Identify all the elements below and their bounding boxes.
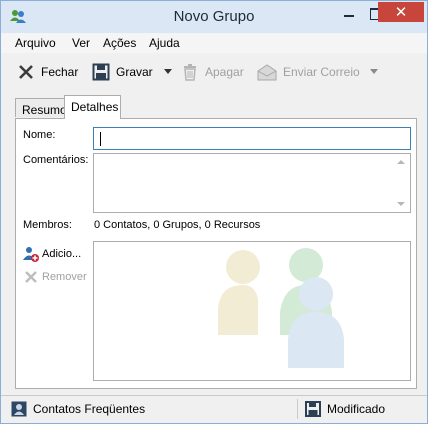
send-mail-dropdown-arrow[interactable]	[370, 69, 378, 74]
menu-bar: Arquivo Ver Ações Ajuda	[1, 33, 427, 53]
delete-button[interactable]: Apagar	[181, 63, 244, 81]
save-button-label: Gravar	[116, 65, 153, 79]
menu-ajuda[interactable]: Ajuda	[149, 36, 180, 50]
frequent-contacts-label: Contatos Freqüentes	[33, 402, 146, 416]
menu-acoes[interactable]: Ações	[103, 36, 136, 50]
members-list[interactable]	[93, 241, 411, 381]
members-label: Membros:	[23, 219, 72, 231]
frequent-contacts-button[interactable]: Contatos Freqüentes	[11, 401, 145, 417]
floppy-disk-icon	[305, 401, 321, 417]
text-cursor	[100, 132, 101, 146]
dialog-window: Novo Grupo ✕ Arquivo Ver Ações Ajuda Fec…	[0, 0, 428, 424]
add-member-button[interactable]: Adicio...	[23, 246, 81, 262]
members-summary: 0 Contatos, 0 Grupos, 0 Recursos	[94, 219, 261, 231]
send-mail-button-label: Enviar Correio	[283, 65, 360, 79]
save-button[interactable]: Gravar	[92, 63, 153, 81]
tab-detalhes-label: Detalhes	[71, 100, 119, 114]
modified-status: Modificado	[305, 401, 385, 417]
comments-scrollbar[interactable]	[394, 154, 410, 212]
add-member-label: Adicio...	[42, 248, 82, 260]
modified-label: Modificado	[327, 402, 386, 416]
comments-field[interactable]	[93, 153, 411, 213]
contact-card-icon	[11, 401, 27, 417]
x-icon	[19, 65, 33, 79]
remove-x-icon	[25, 271, 37, 283]
close-button-label: Fechar	[41, 65, 79, 79]
title-bar[interactable]: Novo Grupo ✕	[1, 1, 427, 33]
send-mail-button[interactable]: Enviar Correio	[257, 63, 360, 81]
delete-button-label: Apagar	[205, 65, 244, 79]
scroll-down-arrow[interactable]	[397, 202, 405, 206]
close-icon: ✕	[394, 4, 408, 21]
status-bar: Contatos Freqüentes Modificado	[1, 395, 427, 423]
close-button[interactable]: Fechar	[17, 63, 78, 81]
minimize-button[interactable]	[335, 2, 363, 24]
name-field[interactable]	[93, 127, 411, 150]
name-label: Nome:	[23, 129, 56, 141]
tab-resumo-label: Resumo	[22, 103, 67, 117]
menu-arquivo[interactable]: Arquivo	[15, 36, 56, 50]
status-separator	[297, 399, 298, 419]
menu-ver[interactable]: Ver	[72, 36, 90, 50]
toolbar: Fechar Gravar Apagar Enviar Correio	[1, 55, 427, 89]
comments-label: Comentários:	[23, 154, 89, 166]
floppy-disk-icon	[92, 63, 110, 81]
tab-resumo[interactable]: Resumo	[15, 98, 67, 117]
tab-detalhes[interactable]: Detalhes	[64, 95, 121, 119]
save-dropdown-arrow[interactable]	[164, 69, 172, 74]
remove-member-button[interactable]: Remover	[23, 269, 87, 285]
envelope-icon	[257, 64, 277, 81]
remove-member-label: Remover	[42, 271, 87, 283]
close-window-button[interactable]: ✕	[378, 2, 424, 22]
group-watermark-icon	[218, 248, 344, 368]
add-user-icon	[23, 247, 39, 262]
scroll-up-arrow[interactable]	[397, 160, 405, 164]
trash-icon	[184, 64, 196, 81]
